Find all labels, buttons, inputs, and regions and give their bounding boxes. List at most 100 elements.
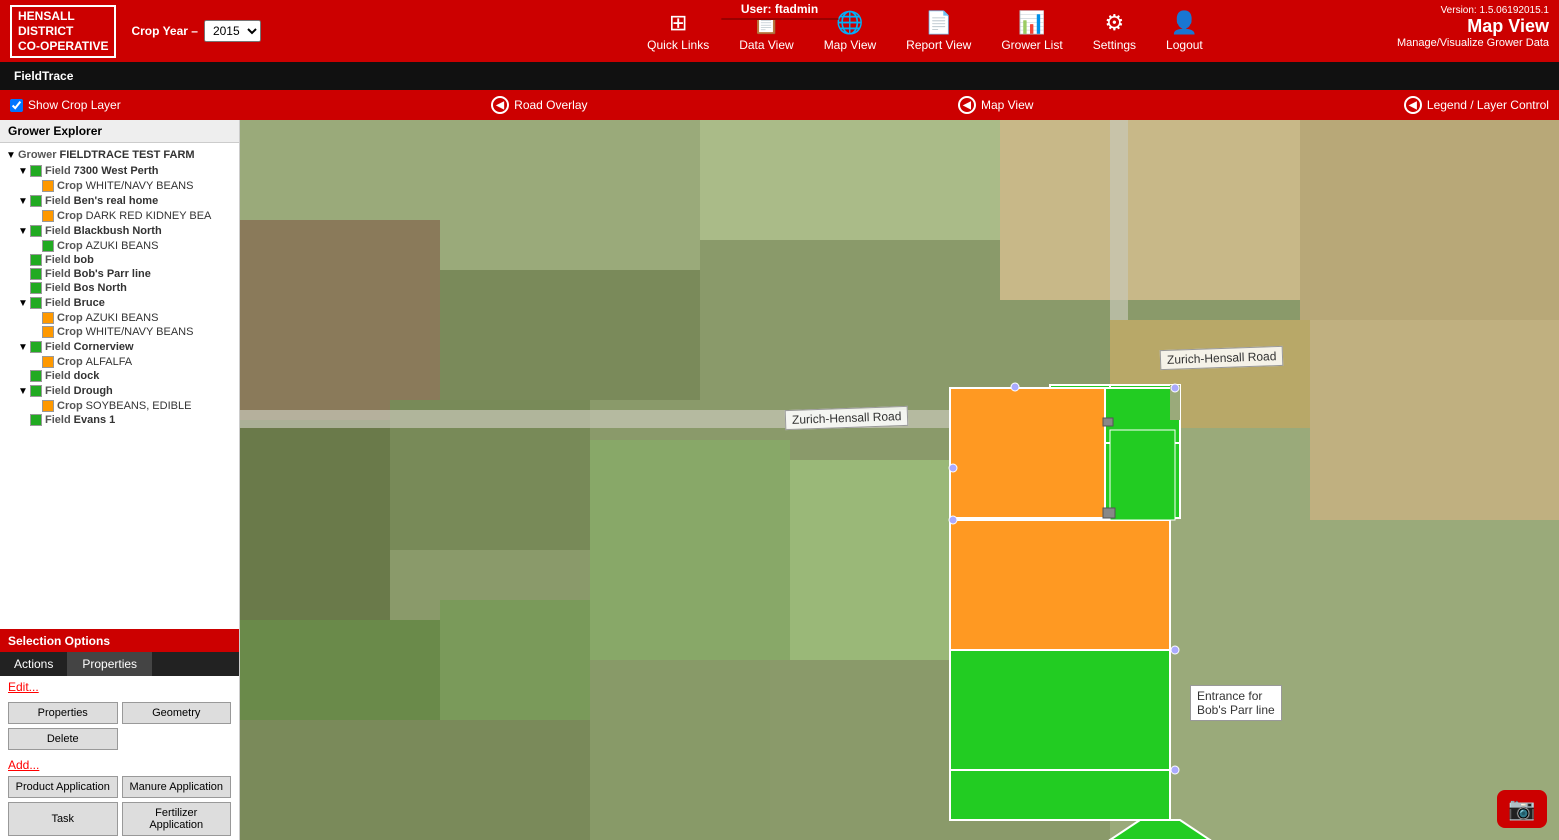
logo-text: HENSALL DISTRICT CO-OPERATIVE xyxy=(18,9,108,54)
tree-type-tag: Crop xyxy=(57,240,83,252)
tree-toggle[interactable]: ▼ xyxy=(16,194,30,208)
tree-item-label: AZUKI BEANS xyxy=(86,240,159,252)
product-application-button[interactable]: Product Application xyxy=(8,776,118,798)
tree-color-indicator xyxy=(42,240,54,252)
toolbar-map-view[interactable]: ◀ Map View xyxy=(958,96,1033,114)
tree-row[interactable]: ▼GrowerFIELDTRACE TEST FARM xyxy=(0,147,239,163)
tree-color-indicator xyxy=(30,268,42,280)
tab-actions-label: Actions xyxy=(14,657,53,671)
tree-row[interactable]: ▼Field7300 West Perth xyxy=(0,163,239,179)
manure-application-button[interactable]: Manure Application xyxy=(122,776,232,798)
tree-row[interactable]: FieldBob's Parr line xyxy=(0,267,239,281)
data-view-label: Data View xyxy=(739,38,793,52)
tree-type-tag: Crop xyxy=(57,210,83,222)
camera-icon: 📷 xyxy=(1508,796,1535,822)
tree-color-indicator xyxy=(42,180,54,192)
tree-color-indicator xyxy=(42,356,54,368)
tree-row[interactable]: FieldEvans 1 xyxy=(0,413,239,427)
tree-toggle[interactable]: ▼ xyxy=(16,296,30,310)
tree-type-tag: Field xyxy=(45,341,71,353)
tree-type-tag: Field xyxy=(45,195,71,207)
tree-row[interactable]: CropDARK RED KIDNEY BEA xyxy=(0,209,239,223)
tree-row[interactable]: CropAZUKI BEANS xyxy=(0,311,239,325)
tree-item-label: Evans 1 xyxy=(74,414,116,426)
tree-row[interactable]: ▼FieldDrough xyxy=(0,383,239,399)
tree-item-label: FIELDTRACE TEST FARM xyxy=(60,149,195,161)
tree-row[interactable]: ▼FieldBruce xyxy=(0,295,239,311)
tree-item-label: Blackbush North xyxy=(74,225,162,237)
tree-item-label: Bruce xyxy=(74,297,105,309)
grower-list-icon: 📊 xyxy=(1018,10,1045,36)
tree-view[interactable]: ▼GrowerFIELDTRACE TEST FARM▼Field7300 We… xyxy=(0,143,239,629)
show-crop-layer[interactable]: Show Crop Layer xyxy=(10,98,121,112)
delete-button[interactable]: Delete xyxy=(8,728,118,750)
tree-type-tag: Crop xyxy=(57,326,83,338)
legend-btn[interactable]: ◀ xyxy=(1404,96,1422,114)
camera-button[interactable]: 📷 xyxy=(1497,790,1547,828)
tree-toggle[interactable]: ▼ xyxy=(16,340,30,354)
map-area[interactable]: Zurich-Hensall Road Zurich-Hensall Road … xyxy=(240,120,1559,840)
tab-properties[interactable]: Properties xyxy=(68,652,152,676)
tree-type-tag: Field xyxy=(45,225,71,237)
tree-row[interactable]: FieldBos North xyxy=(0,281,239,295)
logo-line1: HENSALL xyxy=(18,9,75,23)
grower-explorer-header: Grower Explorer xyxy=(0,120,239,143)
tree-color-indicator xyxy=(42,326,54,338)
tree-item-label: ALFALFA xyxy=(86,356,132,368)
tree-row[interactable]: CropWHITE/NAVY BEANS xyxy=(0,179,239,193)
tree-row[interactable]: ▼ FieldBen's real home xyxy=(0,193,239,209)
add-label[interactable]: Add... xyxy=(0,754,239,772)
settings-label: Settings xyxy=(1093,38,1136,52)
legend-label: Legend / Layer Control xyxy=(1427,98,1549,112)
tree-row[interactable]: ▼FieldCornerview xyxy=(0,339,239,355)
tree-toggle[interactable]: ▼ xyxy=(16,384,30,398)
tree-color-indicator xyxy=(42,312,54,324)
geometry-button[interactable]: Geometry xyxy=(122,702,232,724)
task-button[interactable]: Task xyxy=(8,802,118,836)
tree-type-tag: Field xyxy=(45,282,71,294)
add-label-text: Add... xyxy=(8,758,39,772)
tree-toggle[interactable]: ▼ xyxy=(16,224,30,238)
tree-color-indicator xyxy=(30,225,42,237)
tree-color-indicator xyxy=(30,341,42,353)
tree-color-indicator xyxy=(30,370,42,382)
tree-row[interactable]: CropAZUKI BEANS xyxy=(0,239,239,253)
tree-row[interactable]: CropALFALFA xyxy=(0,355,239,369)
report-view-icon: 📄 xyxy=(925,10,952,36)
nav-logout[interactable]: 👤 Logout xyxy=(1166,10,1203,52)
tree-item-label: Ben's real home xyxy=(74,195,159,207)
tree-type-tag: Grower xyxy=(18,149,57,161)
show-crop-layer-label: Show Crop Layer xyxy=(28,98,121,112)
tree-type-tag: Field xyxy=(45,254,71,266)
tree-row[interactable]: ▼ FieldBlackbush North xyxy=(0,223,239,239)
crop-year-select[interactable]: 2015 2014 2016 xyxy=(204,20,261,42)
show-crop-layer-checkbox[interactable] xyxy=(10,99,23,112)
actions-grid: Properties Geometry Delete xyxy=(0,698,239,754)
legend-layer-control[interactable]: ◀ Legend / Layer Control xyxy=(1404,96,1549,114)
tree-color-indicator xyxy=(42,400,54,412)
right-header: Version: 1.5.06192015.1 Map View Manage/… xyxy=(1397,5,1549,49)
nav-quick-links[interactable]: ⊞ Quick Links xyxy=(647,10,709,52)
nav-report-view[interactable]: 📄 Report View xyxy=(906,10,971,52)
tree-color-indicator xyxy=(42,210,54,222)
tree-row[interactable]: Fieldbob xyxy=(0,253,239,267)
map-view-btn[interactable]: ◀ xyxy=(958,96,976,114)
tree-toggle[interactable]: ▼ xyxy=(4,148,18,162)
tree-row[interactable]: Fielddock xyxy=(0,369,239,383)
properties-button[interactable]: Properties xyxy=(8,702,118,724)
tree-row[interactable]: CropSOYBEANS, EDIBLE xyxy=(0,399,239,413)
road-overlay[interactable]: ◀ Road Overlay xyxy=(491,96,587,114)
edit-label: Edit... xyxy=(8,680,39,694)
nav-grower-list[interactable]: 📊 Grower List xyxy=(1001,10,1062,52)
road-overlay-btn[interactable]: ◀ xyxy=(491,96,509,114)
fertilizer-application-button[interactable]: Fertilizer Application xyxy=(122,802,232,836)
main-layout: Grower Explorer ▼GrowerFIELDTRACE TEST F… xyxy=(0,120,1559,840)
selection-options-header: Selection Options xyxy=(0,629,239,652)
tree-type-tag: Crop xyxy=(57,356,83,368)
tab-actions[interactable]: Actions xyxy=(0,652,68,676)
nav-settings[interactable]: ⚙ Settings xyxy=(1093,10,1136,52)
edit-link[interactable]: Edit... xyxy=(0,676,239,698)
tree-item-label: DARK RED KIDNEY BEA xyxy=(86,210,212,222)
tree-row[interactable]: CropWHITE/NAVY BEANS xyxy=(0,325,239,339)
tree-toggle[interactable]: ▼ xyxy=(16,164,30,178)
